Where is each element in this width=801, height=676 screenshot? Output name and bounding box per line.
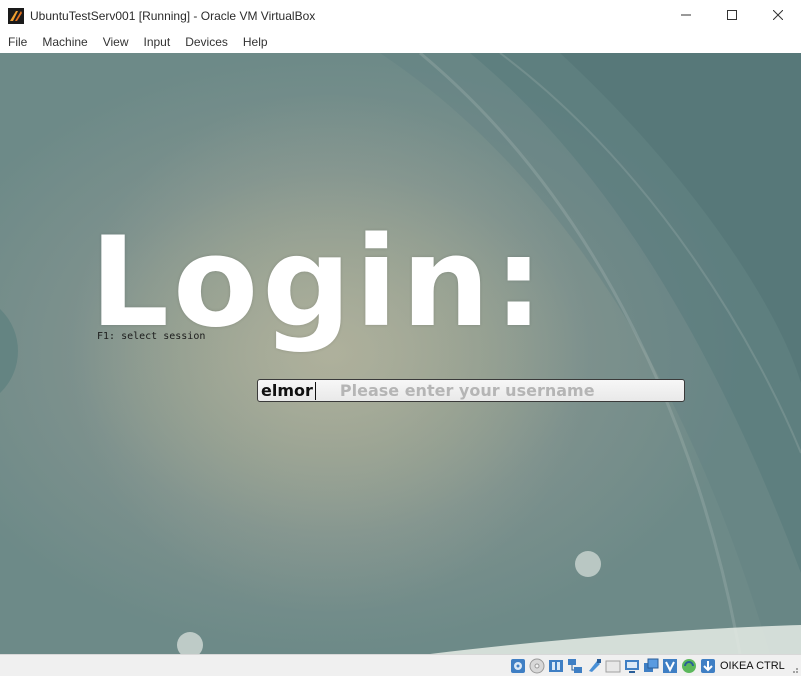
menu-devices[interactable]: Devices (177, 32, 235, 53)
host-key-label[interactable]: OIKEA CTRL (720, 657, 785, 675)
minimize-icon (681, 7, 691, 25)
window-controls (663, 0, 801, 32)
minimize-button[interactable] (663, 0, 709, 32)
username-input[interactable]: elmor Please enter your username (257, 379, 685, 402)
usb-icon[interactable] (586, 658, 602, 674)
close-icon (772, 7, 784, 25)
mouse-integration-icon[interactable] (681, 658, 697, 674)
menu-view[interactable]: View (95, 32, 136, 53)
username-value: elmor (261, 381, 313, 400)
resize-grip-icon[interactable] (791, 666, 799, 674)
login-title: Login: (90, 211, 548, 355)
menu-help[interactable]: Help (235, 32, 275, 53)
shared-folders-icon[interactable] (605, 658, 621, 674)
menu-bar: File Machine View Input Devices Help (0, 32, 801, 54)
cpu-icon[interactable] (662, 658, 678, 674)
download-icon[interactable] (700, 658, 716, 674)
maximize-icon (727, 7, 737, 25)
network-icon[interactable] (567, 658, 583, 674)
menu-file[interactable]: File (0, 32, 34, 53)
maximize-button[interactable] (709, 0, 755, 32)
audio-icon[interactable] (548, 658, 564, 674)
username-placeholder: Please enter your username (339, 381, 595, 400)
window-title: UbuntuTestServ001 [Running] - Oracle VM … (30, 9, 316, 23)
virtualbox-window: UbuntuTestServ001 [Running] - Oracle VM … (0, 0, 801, 676)
text-cursor (314, 381, 316, 400)
status-bar: OIKEA CTRL (0, 654, 801, 676)
device-status-icons (510, 657, 719, 675)
menu-machine[interactable]: Machine (34, 32, 94, 53)
virtualbox-icon (8, 8, 24, 24)
optical-drive-icon[interactable] (529, 658, 545, 674)
hard-disk-icon[interactable] (510, 658, 526, 674)
display-icon[interactable] (624, 658, 640, 674)
menu-input[interactable]: Input (136, 32, 178, 53)
close-button[interactable] (755, 0, 801, 32)
vm-display[interactable]: Login: F1: select session elmor Please e… (0, 53, 801, 654)
session-hint: F1: select session (97, 331, 206, 342)
title-bar[interactable]: UbuntuTestServ001 [Running] - Oracle VM … (0, 0, 801, 32)
recording-icon[interactable] (643, 658, 659, 674)
